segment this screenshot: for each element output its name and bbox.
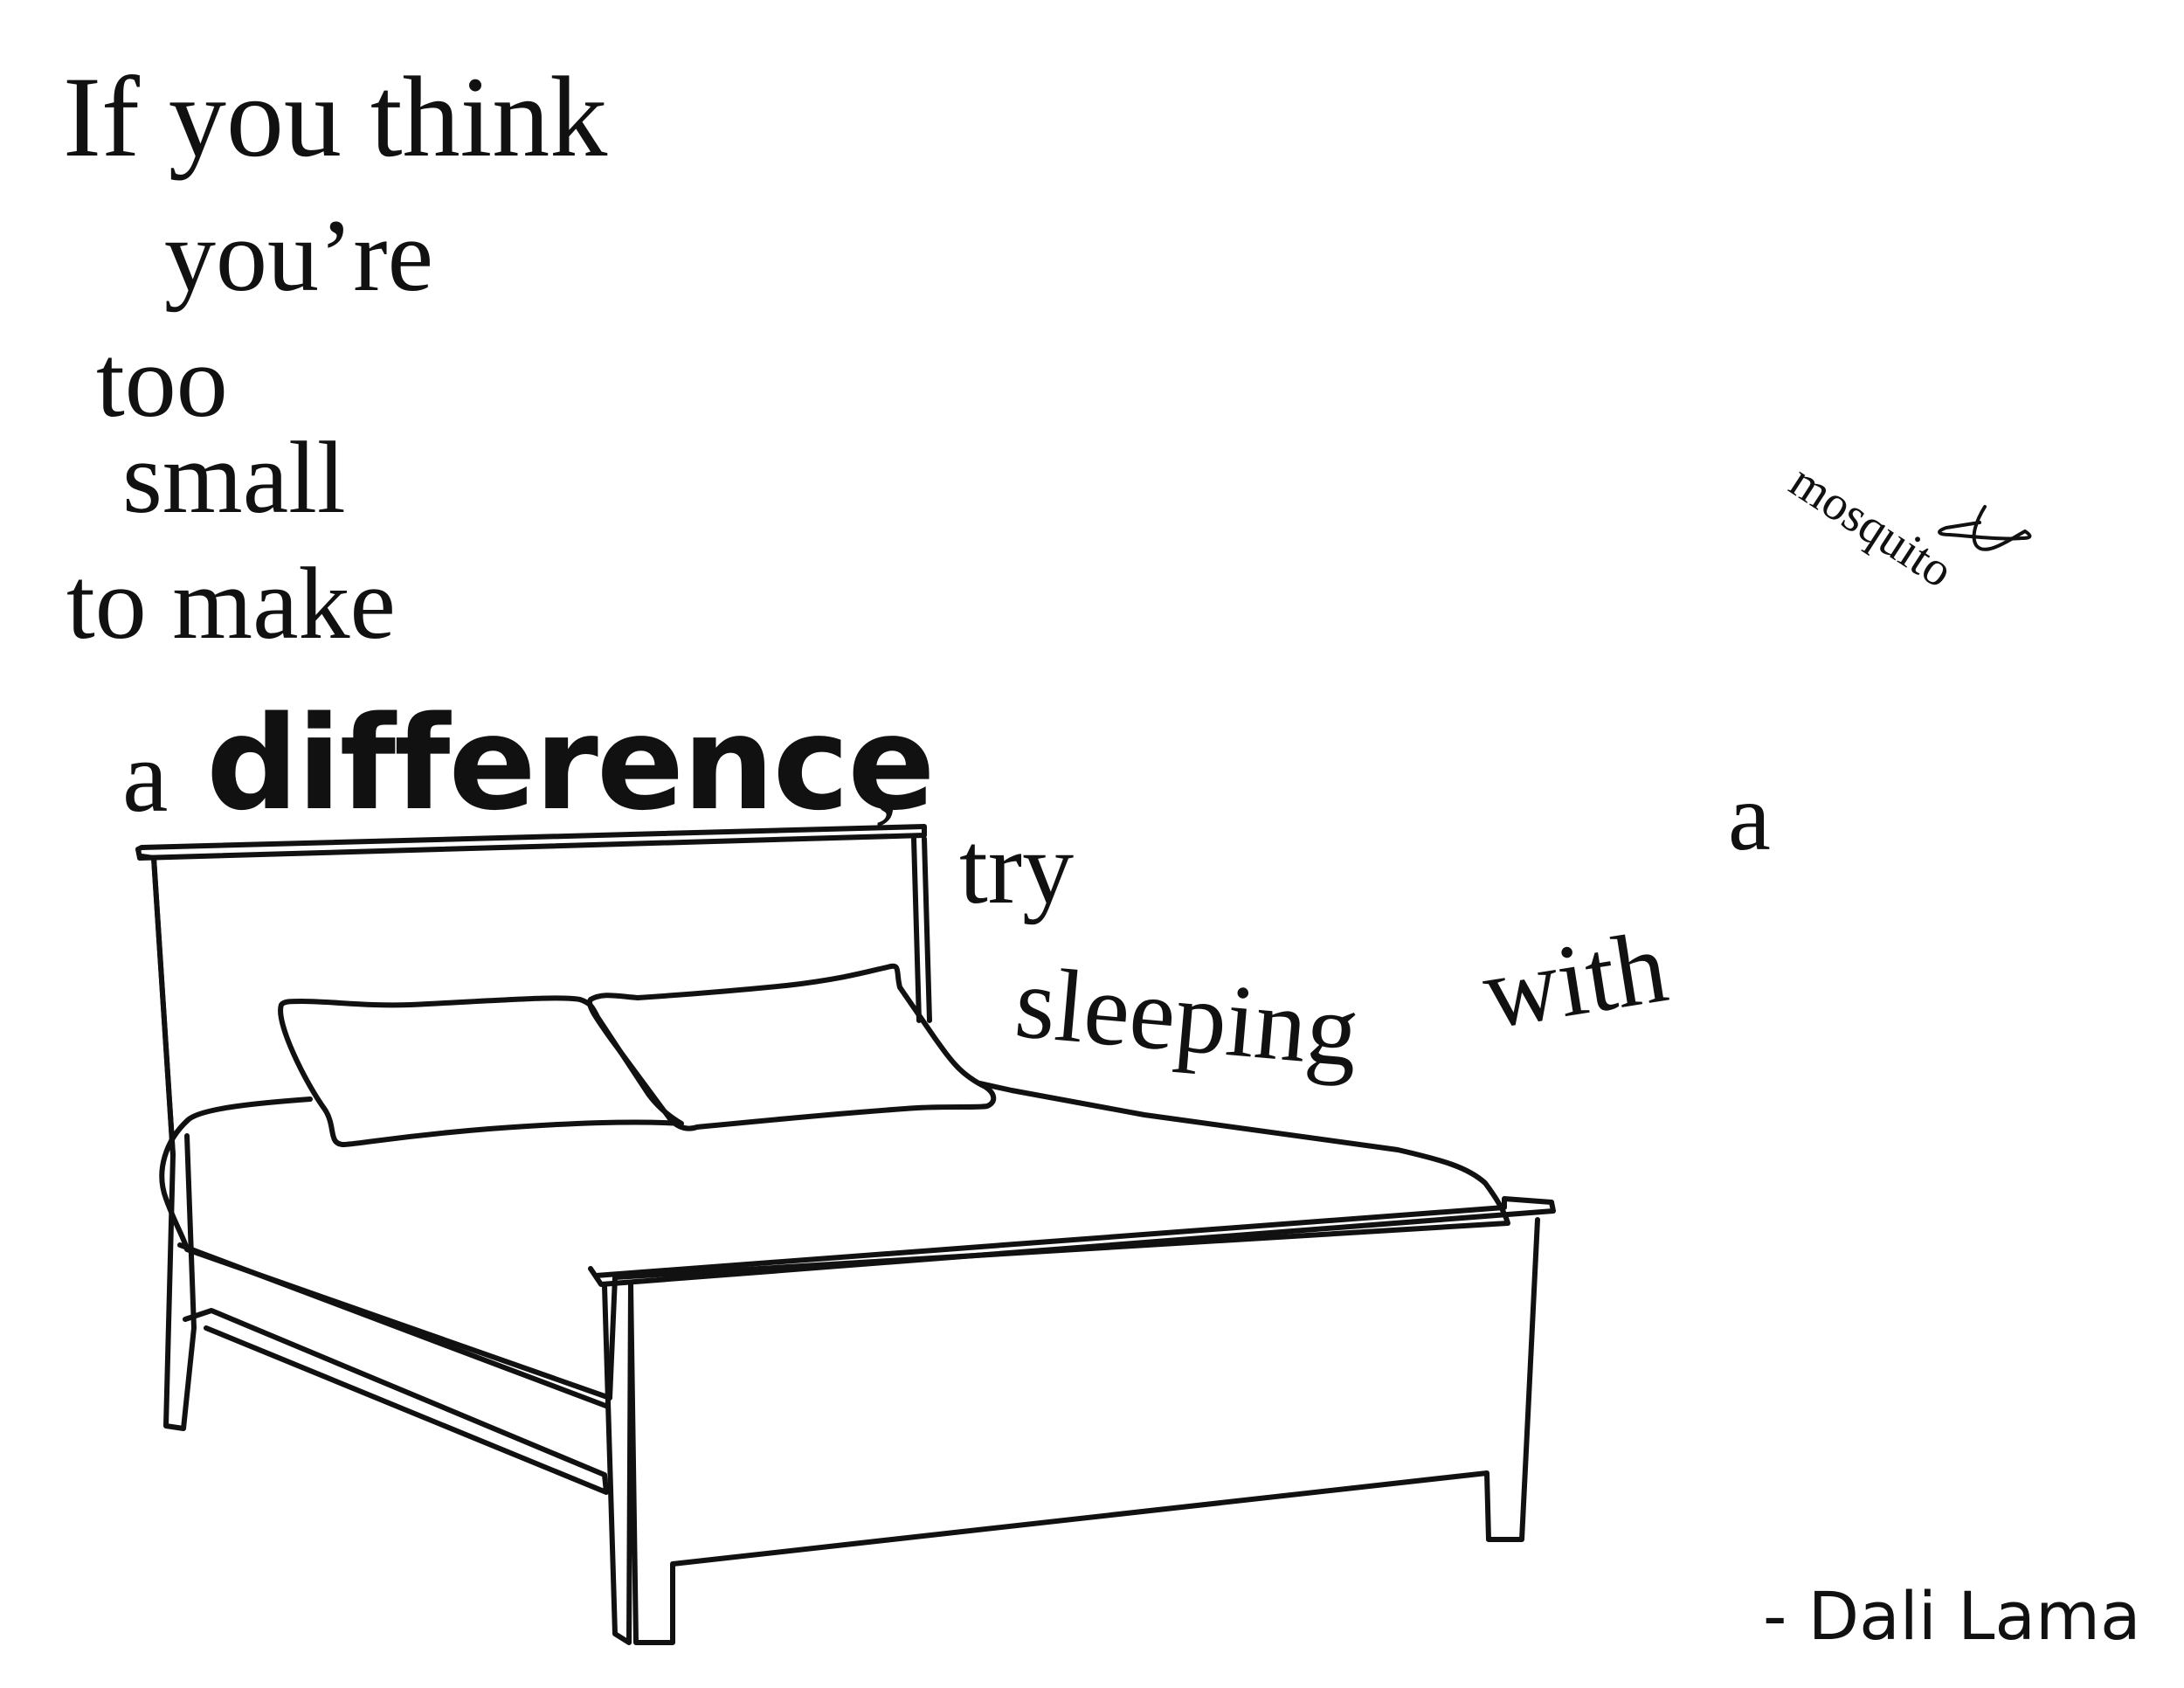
quote-word-with: with [1475,909,1675,1051]
quote-word-a: a [122,719,169,834]
quote-word-difference: difference [206,688,936,839]
quote-line-3: too [96,324,228,439]
quote-comma: , [874,719,900,834]
quote-word-a-2: a [1728,764,1771,870]
quote-line-1: If you think [63,52,608,181]
quote-line-4: small [122,420,346,535]
quote-line-2: you’re [164,198,433,313]
quote-word-try: try [959,811,1075,925]
attribution: - Dali Lama [1763,1577,2141,1655]
quote-line-5: to make [66,546,396,661]
quote-poster: If you think you’re too small to make a … [0,0,2184,1688]
